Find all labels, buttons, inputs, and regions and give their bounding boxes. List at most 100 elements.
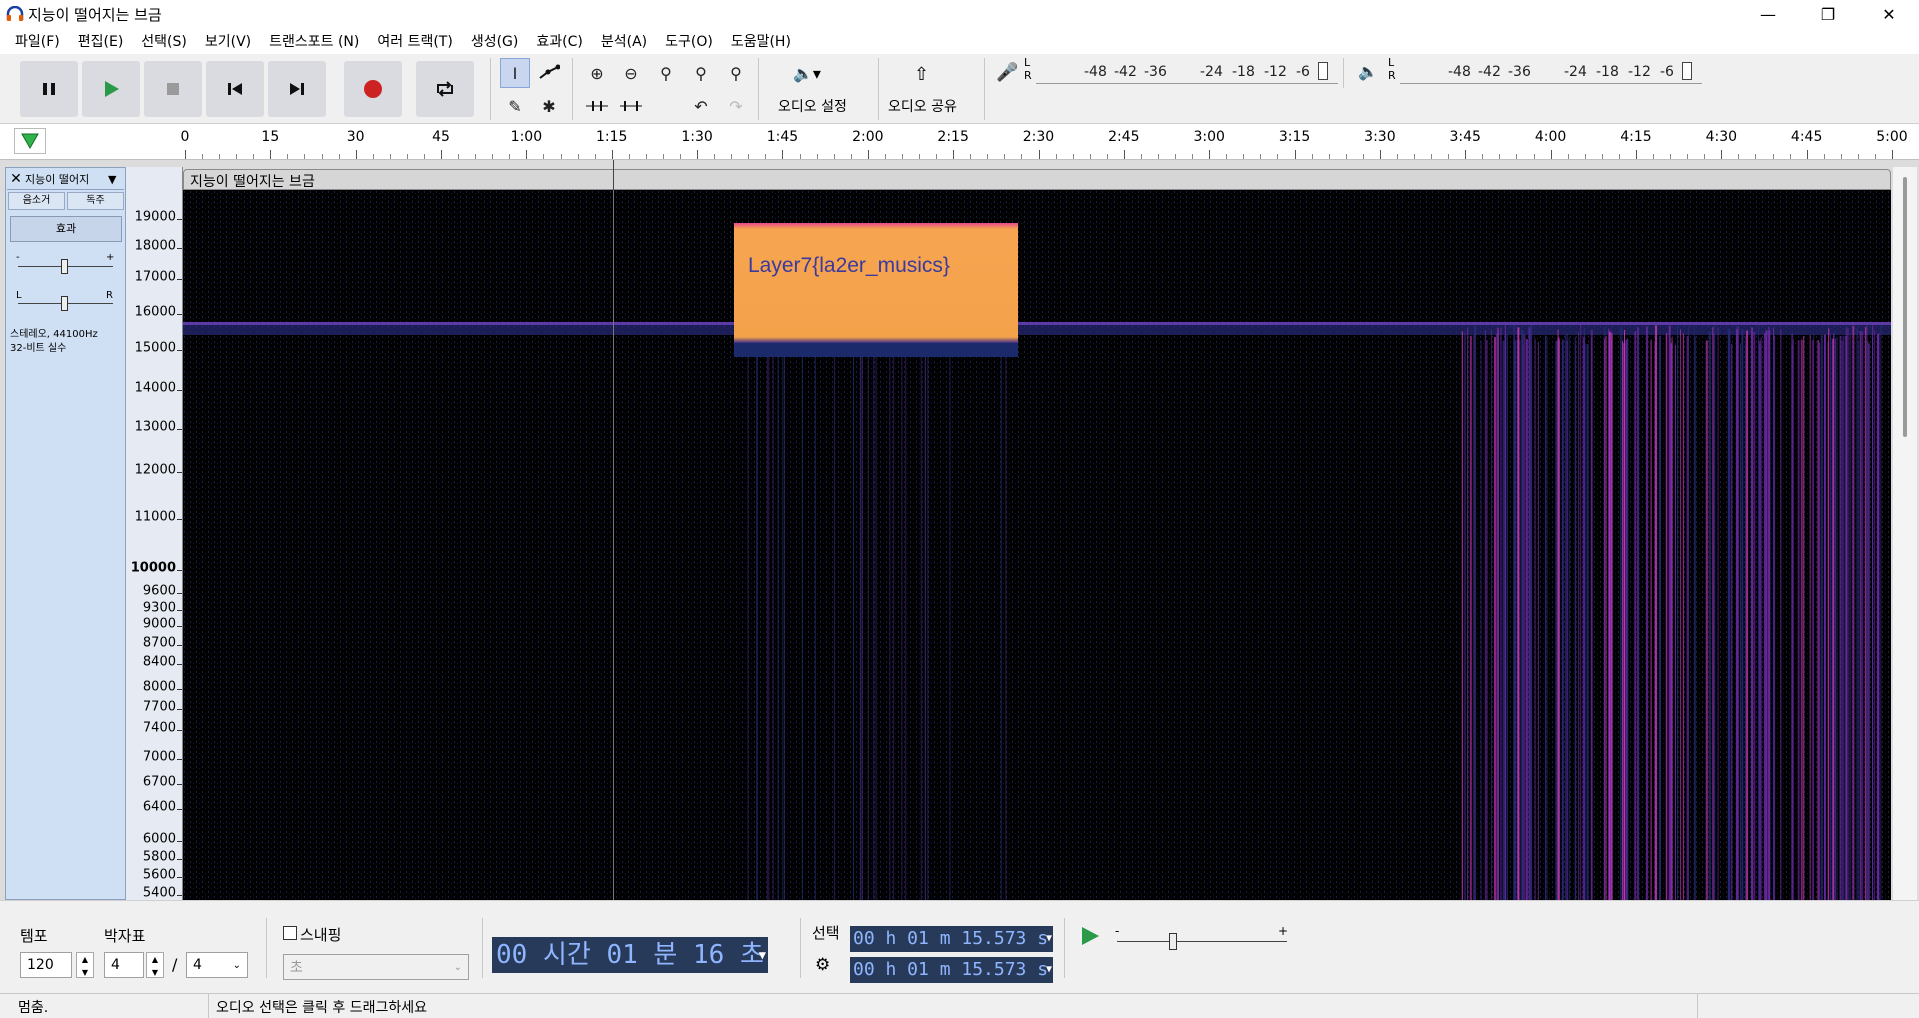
effects-button[interactable]: 효과	[10, 216, 122, 242]
menu-transport[interactable]: 트랜스포트 (N)	[260, 31, 368, 51]
menu-edit[interactable]: 편집(E)	[69, 31, 133, 51]
stop-button[interactable]	[144, 61, 202, 117]
vertical-scrollbar[interactable]	[1893, 167, 1917, 900]
selection-start-display[interactable]: 00 h 01 m 15.573 s ▼	[850, 926, 1053, 952]
menu-tracks[interactable]: 여러 트랙(T)	[368, 31, 461, 51]
playback-meter[interactable]: -48 -42 -36 -24 -18 -12 -6	[1400, 58, 1702, 84]
frequency-label: 9000	[142, 616, 176, 632]
snap-unit-select[interactable]: 초 ⌄	[283, 954, 469, 980]
spectrogram-streak	[1469, 335, 1472, 900]
minimize-icon[interactable]: —	[1745, 0, 1791, 28]
play-head-button[interactable]	[14, 128, 46, 154]
frequency-tick	[177, 314, 182, 315]
audio-settings-button[interactable]: 🔈▾ 오디오 설정	[775, 62, 870, 118]
zoom-in-icon[interactable]: ⊕	[582, 58, 612, 88]
record-meter-tick: -18	[1232, 64, 1255, 80]
share-audio-button[interactable]: ⇧ 오디오 공유	[884, 62, 979, 118]
spectrogram-streak	[873, 340, 875, 900]
clip-header[interactable]: 지능이 떨어지는 브금	[183, 169, 1891, 190]
zoom-out-icon[interactable]: ⊖	[616, 58, 646, 88]
restore-icon[interactable]: ❐	[1805, 0, 1851, 28]
skip-to-end-button[interactable]	[268, 61, 326, 117]
clip-name[interactable]: 지능이 떨어지는 브금	[190, 171, 315, 191]
playback-level-slider[interactable]	[1682, 62, 1692, 80]
spectrogram-streak	[1480, 340, 1482, 900]
timeline-minor-tick	[1021, 154, 1023, 159]
trim-audio-icon[interactable]	[582, 91, 612, 121]
spectrogram-streak	[1823, 334, 1826, 900]
spectrogram-view[interactable]: Layer7{la2er_musics}	[183, 190, 1891, 900]
loop-button[interactable]	[416, 61, 474, 117]
mute-button[interactable]: 음소거	[8, 192, 65, 210]
track-control-panel[interactable]: ✕ 지능이 떨어지 ▼ 음소거 독주 효과 - + L R 스테레오, 4410…	[5, 167, 126, 900]
toolbar-separator	[984, 58, 985, 120]
zoom-toggle-icon[interactable]: ⚲	[721, 58, 751, 88]
spectrogram-streak	[1521, 329, 1524, 900]
track-name[interactable]: 지능이 떨어지	[25, 171, 108, 187]
play-speed-slider-track[interactable]	[1117, 941, 1287, 942]
play-button[interactable]	[82, 61, 140, 117]
selection-tool-icon[interactable]: I	[500, 58, 530, 88]
undo-icon[interactable]: ↶	[686, 91, 716, 121]
timeline-label: 2:15	[937, 129, 969, 145]
spectrogram-streak	[1809, 335, 1811, 900]
spectrogram-streak	[1525, 339, 1528, 900]
tempo-input[interactable]: 120	[20, 952, 72, 978]
solo-button[interactable]: 독주	[67, 192, 124, 210]
menu-view[interactable]: 보기(V)	[196, 31, 260, 51]
snapping-checkbox[interactable]	[283, 926, 297, 940]
menu-effect[interactable]: 효과(C)	[527, 31, 591, 51]
play-speed-slider-thumb[interactable]	[1169, 933, 1177, 950]
pan-slider-thumb[interactable]	[61, 296, 68, 311]
timeline-minor-tick	[1533, 154, 1535, 159]
track-menu-icon[interactable]: ▼	[108, 173, 124, 186]
silence-audio-icon[interactable]	[616, 91, 646, 121]
time-signature-top[interactable]: 4	[104, 952, 144, 978]
time-signature-bottom[interactable]: 4 ⌄	[186, 952, 248, 978]
menu-analyze[interactable]: 분석(A)	[592, 31, 656, 51]
gain-slider-thumb[interactable]	[61, 259, 68, 274]
tempo-spinner[interactable]: ▲ ▼	[76, 952, 94, 978]
fit-selection-icon[interactable]: ⚲	[651, 58, 681, 88]
spectrogram-streak	[1674, 344, 1676, 900]
spectrogram-streak	[1605, 336, 1607, 900]
spectrogram-streak	[1568, 337, 1570, 900]
status-hint: 오디오 선택은 클릭 후 드래그하세요	[216, 1000, 427, 1016]
microphone-icon[interactable]: 🎤	[996, 62, 1018, 83]
menu-file[interactable]: 파일(F)	[6, 31, 69, 51]
menu-select[interactable]: 선택(S)	[132, 31, 196, 51]
timeline-ruler[interactable]: 0 15 30 45 1:00 1:15 1:30 1:45 2:00 2:15 2:30 2:45 3…	[0, 124, 1919, 160]
redo-icon[interactable]: ↷	[721, 91, 751, 121]
close-icon[interactable]: ✕	[1866, 0, 1912, 28]
menu-generate[interactable]: 생성(G)	[462, 31, 528, 51]
record-level-slider[interactable]	[1318, 62, 1328, 80]
close-track-icon[interactable]: ✕	[7, 171, 25, 187]
spectrogram-streak	[949, 340, 951, 900]
gear-icon[interactable]: ⚙	[815, 955, 830, 975]
speaker-icon[interactable]: 🔈	[1358, 62, 1378, 81]
record-icon	[364, 80, 382, 98]
timeline-major-tick	[270, 150, 272, 159]
play-at-speed-button[interactable]	[1078, 924, 1102, 948]
selection-end-display[interactable]: 00 h 01 m 15.573 s ▼	[850, 957, 1053, 983]
spectrogram-streak	[1603, 338, 1605, 900]
pause-button[interactable]	[20, 61, 78, 117]
envelope-tool-icon[interactable]	[534, 58, 564, 88]
record-meter[interactable]: -48 -42 -36 -24 -18 -12 -6	[1036, 58, 1338, 84]
spectrogram-streak	[784, 340, 786, 900]
spectrogram-streak	[1500, 327, 1502, 900]
multi-tool-icon[interactable]: ✱	[534, 91, 564, 121]
vertical-scroll-thumb[interactable]	[1903, 177, 1907, 437]
fit-project-icon[interactable]: ⚲	[686, 58, 716, 88]
frequency-label: 6400	[142, 799, 176, 815]
skip-to-start-button[interactable]	[206, 61, 264, 117]
draw-tool-icon[interactable]: ✎	[500, 91, 530, 121]
spectrogram-streak	[1839, 336, 1842, 900]
menu-tools[interactable]: 도구(O)	[656, 31, 722, 51]
frequency-axis[interactable]: 19000 18000 17000 16000 15000 14000 13000 12000…	[126, 167, 183, 901]
time-signature-spinner[interactable]: ▲ ▼	[146, 952, 164, 978]
time-display[interactable]: 00 시간 01 분 16 초 ▼	[492, 937, 768, 973]
record-button[interactable]	[344, 61, 402, 117]
spectrogram-streak	[1827, 341, 1829, 900]
menu-help[interactable]: 도움말(H)	[722, 31, 800, 51]
